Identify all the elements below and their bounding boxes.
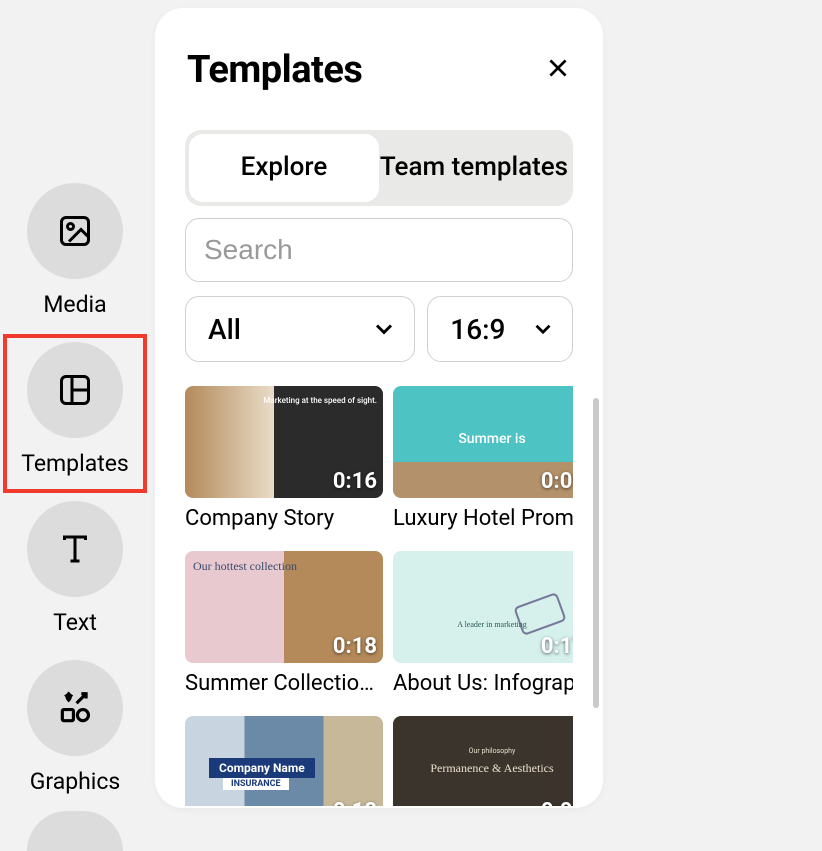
shapes-icon: [27, 660, 123, 756]
template-duration: 0:16: [333, 469, 377, 494]
template-card[interactable]: Our hottest collection 0:18 Summer Colle…: [185, 551, 383, 696]
template-card[interactable]: Summer is 0:09 Luxury Hotel Promo: [393, 386, 573, 531]
template-title: Luxury Hotel Promo: [393, 506, 573, 531]
template-title: Company Story: [185, 506, 383, 531]
filter-ratio-value: 16:9: [450, 313, 505, 346]
sidebar-item-label: Graphics: [30, 768, 121, 795]
sidebar-item-text[interactable]: Text: [3, 493, 147, 652]
sidebar-item-label: Text: [53, 609, 97, 636]
template-title: Summer Collection …: [185, 671, 383, 696]
template-duration: 0:08: [541, 799, 573, 806]
tab-explore[interactable]: Explore: [189, 134, 379, 202]
templates-panel: Templates Explore Team templates All 16:…: [155, 8, 603, 808]
thumbnail-overlay-text: Permanence & Aesthetics: [430, 761, 553, 776]
filter-row: All 16:9: [185, 296, 573, 362]
sidebar-item-graphics[interactable]: Graphics: [3, 652, 147, 811]
template-thumbnail: Our philosophy Permanence & Aesthetics 0…: [393, 716, 573, 806]
chevron-down-icon: [530, 316, 556, 342]
sidebar-item-label: Templates: [21, 450, 129, 477]
sidebar-item-templates[interactable]: Templates: [3, 334, 147, 493]
chevron-down-icon: [370, 315, 398, 343]
tab-team-templates[interactable]: Team templates: [379, 134, 569, 202]
templates-grid[interactable]: Marketing at the speed of sight. 0:16 Co…: [185, 386, 573, 806]
image-icon: [27, 183, 123, 279]
thumbnail-overlay-text: Summer is: [458, 431, 525, 447]
template-card[interactable]: Our philosophy Permanence & Aesthetics 0…: [393, 716, 573, 806]
close-icon: [545, 55, 571, 81]
layout-icon: [27, 342, 123, 438]
sidebar-item-media[interactable]: Media: [3, 175, 147, 334]
thumbnail-overlay-text: Marketing at the speed of sight.: [263, 396, 377, 405]
template-duration: 0:18: [333, 799, 377, 806]
template-duration: 0:09: [541, 469, 573, 494]
template-thumbnail: Our hottest collection 0:18: [185, 551, 383, 663]
scrollbar[interactable]: [593, 398, 599, 708]
sidebar-item-partial: [27, 811, 123, 851]
search-input[interactable]: [204, 234, 565, 266]
search-box[interactable]: [185, 218, 573, 282]
filter-category-value: All: [208, 313, 241, 346]
tabs: Explore Team templates: [185, 130, 573, 206]
filter-aspect-ratio[interactable]: 16:9: [427, 296, 573, 362]
template-duration: 0:18: [333, 634, 377, 659]
text-icon: [27, 501, 123, 597]
filter-category[interactable]: All: [185, 296, 415, 362]
thumbnail-overlay-text: Company Name: [209, 758, 315, 778]
template-card[interactable]: A leader in marketing 0:17 About Us: Inf…: [393, 551, 573, 696]
template-title: About Us: Infograp…: [393, 671, 573, 696]
template-card[interactable]: Company Name INSURANCE 0:18: [185, 716, 383, 806]
sidebar-item-label: Media: [43, 291, 106, 318]
template-thumbnail: A leader in marketing 0:17: [393, 551, 573, 663]
thumbnail-overlay-sub: Our philosophy: [469, 747, 516, 755]
close-button[interactable]: [545, 55, 571, 85]
thumbnail-overlay-text: Our hottest collection: [193, 559, 297, 574]
template-duration: 0:17: [541, 634, 573, 659]
page-title: Templates: [187, 48, 362, 92]
thumbnail-overlay-sub: INSURANCE: [223, 778, 289, 790]
template-thumbnail: Summer is 0:09: [393, 386, 573, 498]
template-thumbnail: Company Name INSURANCE 0:18: [185, 716, 383, 806]
sidebar: Media Templates Text Graphics: [0, 175, 150, 851]
template-card[interactable]: Marketing at the speed of sight. 0:16 Co…: [185, 386, 383, 531]
thumbnail-overlay-text: A leader in marketing: [457, 620, 527, 629]
panel-header: Templates: [185, 48, 573, 92]
template-thumbnail: Marketing at the speed of sight. 0:16: [185, 386, 383, 498]
